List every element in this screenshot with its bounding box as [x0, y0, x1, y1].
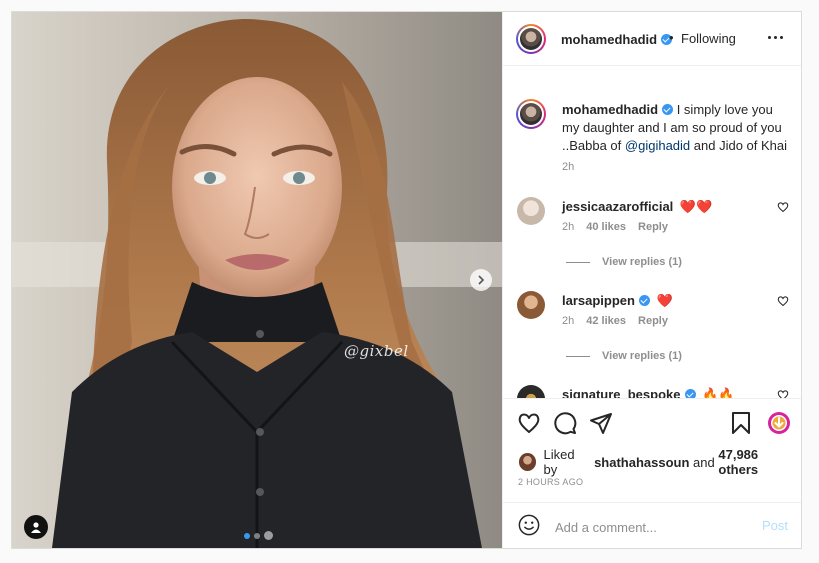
- verified-badge-icon: [662, 104, 674, 115]
- heart-outline-icon[interactable]: [517, 411, 541, 435]
- comment-row: jessicaazarofficial ❤️❤️ 2h 40 likes Rep…: [503, 195, 801, 255]
- caption-mention-link[interactable]: @gigihadid: [625, 138, 690, 153]
- chevron-right-icon: [478, 275, 485, 285]
- carousel-dot-active: [244, 532, 250, 539]
- paper-plane-icon[interactable]: [589, 411, 613, 435]
- liker-username[interactable]: shathahassoun: [594, 455, 689, 470]
- comments-list[interactable]: mohamedhadid I simply love you my daught…: [503, 66, 801, 398]
- view-replies-label: View replies (1): [602, 350, 682, 362]
- commenter-avatar[interactable]: [517, 385, 545, 398]
- comment-body: jessicaazarofficial ❤️❤️: [562, 199, 712, 215]
- comment-text: ❤️: [656, 293, 673, 308]
- caption-time: 2h: [562, 161, 575, 173]
- likes-joiner: and: [693, 454, 715, 470]
- comment-username[interactable]: signature_bespoke: [562, 387, 681, 398]
- ellipsis-icon[interactable]: [768, 36, 783, 39]
- comment-username[interactable]: larsapippen: [562, 293, 635, 308]
- verified-badge-icon: [684, 389, 696, 398]
- comment-likes[interactable]: 42 likes: [586, 315, 626, 327]
- comment-time: 2h: [562, 315, 575, 327]
- post-side-panel: mohamedhadid • Following mohamedhadid I …: [502, 12, 801, 548]
- verified-badge-icon: [638, 295, 650, 306]
- portrait-illustration: [12, 12, 502, 548]
- comment-body: signature_bespoke 🔥🔥: [562, 387, 735, 398]
- caption-username[interactable]: mohamedhadid: [562, 102, 658, 117]
- post-timestamp[interactable]: 2 HOURS AGO: [518, 477, 583, 487]
- caption-text-after: and Jido of Khai: [693, 138, 788, 153]
- view-replies-label: View replies (1): [602, 256, 682, 268]
- caption-author-avatar[interactable]: [516, 99, 546, 129]
- post-card: @gixbel mohamedhadid • Following mohamed…: [11, 11, 802, 549]
- reply-button[interactable]: Reply: [638, 221, 668, 233]
- view-replies-button[interactable]: View replies (1): [566, 350, 682, 362]
- comment-row: signature_bespoke 🔥🔥: [503, 383, 801, 398]
- add-comment-bar: Post: [503, 502, 801, 548]
- comment-text: 🔥🔥: [702, 387, 735, 398]
- post-comment-button[interactable]: Post: [762, 518, 788, 533]
- post-photo[interactable]: @gixbel: [12, 12, 502, 548]
- heart-outline-icon[interactable]: [777, 295, 789, 307]
- smiley-icon[interactable]: [518, 514, 540, 536]
- comment-meta: 2h 40 likes Reply: [562, 221, 668, 233]
- header-separator: •: [669, 30, 674, 45]
- commenter-avatar[interactable]: [517, 197, 545, 225]
- post-caption: mohamedhadid I simply love you my daught…: [562, 101, 790, 155]
- post-header: mohamedhadid • Following: [503, 12, 801, 66]
- carousel-indicator: [244, 531, 273, 540]
- comment-row: larsapippen ❤️ 2h 42 likes Reply: [503, 289, 801, 349]
- photo-watermark: @gixbel: [344, 342, 409, 360]
- comment-time: 2h: [562, 221, 575, 233]
- user-icon: [31, 522, 41, 533]
- liker-avatar[interactable]: [519, 453, 537, 471]
- comment-likes[interactable]: 40 likes: [586, 221, 626, 233]
- comment-username[interactable]: jessicaazarofficial: [562, 199, 673, 214]
- commenter-avatar[interactable]: [517, 291, 545, 319]
- next-photo-button[interactable]: [470, 269, 492, 291]
- comment-text: ❤️❤️: [679, 199, 713, 214]
- likes-summary[interactable]: Liked by shathahassoun and 47,986 others: [519, 447, 799, 477]
- comment-meta: 2h 42 likes Reply: [562, 315, 668, 327]
- post-action-bar: [503, 398, 801, 448]
- heart-outline-icon[interactable]: [777, 201, 789, 213]
- likes-others[interactable]: 47,986 others: [718, 447, 799, 477]
- author-avatar[interactable]: [516, 24, 546, 54]
- view-replies-button[interactable]: View replies (1): [566, 256, 682, 268]
- reply-button[interactable]: Reply: [638, 315, 668, 327]
- likes-prefix: Liked by: [543, 447, 575, 477]
- heart-outline-icon[interactable]: [777, 389, 789, 398]
- carousel-dot: [254, 532, 260, 539]
- carousel-dot: [264, 531, 273, 540]
- comment-body: larsapippen ❤️: [562, 293, 673, 309]
- author-username-row[interactable]: mohamedhadid: [561, 31, 673, 49]
- comment-input[interactable]: [553, 516, 752, 538]
- bookmark-icon[interactable]: [729, 411, 753, 435]
- following-button[interactable]: Following: [681, 31, 736, 46]
- tagged-users-button[interactable]: [24, 515, 48, 539]
- speech-bubble-icon[interactable]: [553, 411, 577, 435]
- download-icon[interactable]: [767, 411, 791, 435]
- author-username[interactable]: mohamedhadid: [561, 32, 657, 47]
